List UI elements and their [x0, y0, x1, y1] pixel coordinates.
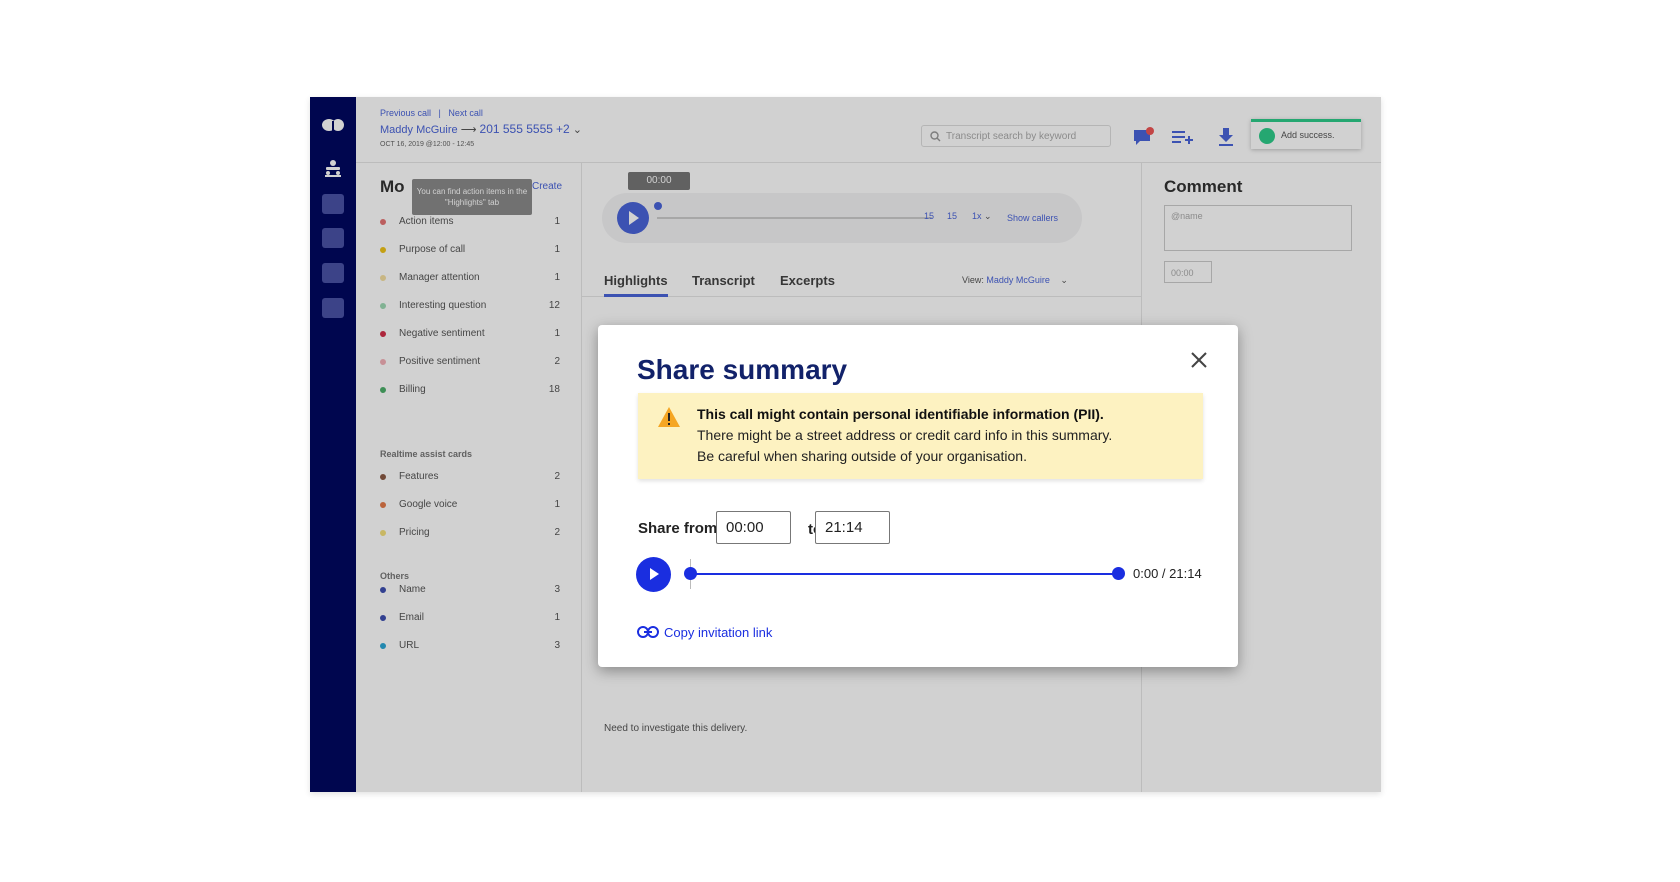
- pii-warning-banner: This call might contain personal identif…: [638, 393, 1203, 479]
- share-from-input[interactable]: [716, 511, 791, 544]
- playback-time: 0:00 / 21:14: [1133, 566, 1202, 581]
- share-to-input[interactable]: [815, 511, 890, 544]
- modal-title: Share summary: [637, 354, 848, 385]
- link-icon: [637, 626, 659, 638]
- play-icon: [650, 568, 659, 580]
- share-summary-modal: Share summary This call might contain pe…: [598, 325, 1238, 667]
- warning-line-2: Be careful when sharing outside of your …: [697, 448, 1027, 464]
- range-start-handle[interactable]: [684, 567, 697, 580]
- warning-line-1: There might be a street address or credi…: [697, 427, 1113, 443]
- warning-title: This call might contain personal identif…: [697, 406, 1104, 422]
- preview-play-button[interactable]: [636, 557, 671, 592]
- share-from-label: Share from: [638, 520, 718, 537]
- copy-link-label: Copy invitation link: [664, 625, 773, 640]
- warning-icon: [658, 407, 680, 427]
- range-end-handle[interactable]: [1112, 567, 1125, 580]
- stage: Previous call | Next call Maddy McGuire …: [0, 0, 1680, 882]
- close-icon[interactable]: [1188, 349, 1210, 371]
- range-track[interactable]: [690, 573, 1118, 575]
